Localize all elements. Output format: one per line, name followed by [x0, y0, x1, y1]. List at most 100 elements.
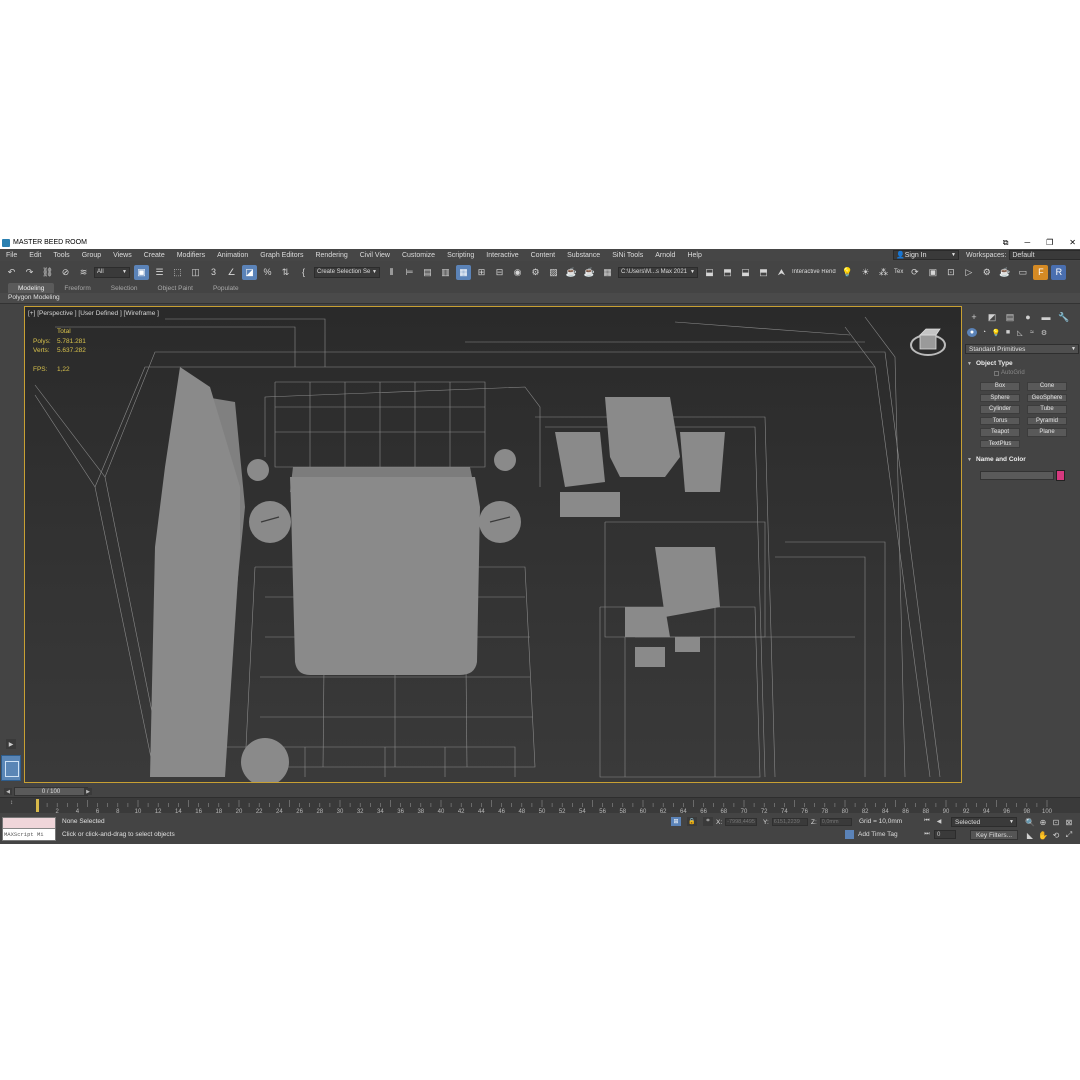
isolate-selection-icon[interactable]: ⊞	[671, 817, 681, 826]
wireframe-scene[interactable]	[25, 307, 962, 783]
selection-lock-icon[interactable]: 🔒	[687, 817, 697, 826]
interactive-render-icon[interactable]: ⮝	[774, 265, 789, 280]
tab-modeling[interactable]: Modeling	[8, 283, 55, 293]
angle-snap-icon[interactable]: ∠	[224, 265, 239, 280]
frame-buffer-icon[interactable]: ▣	[925, 265, 940, 280]
tab-populate[interactable]: Populate	[203, 283, 249, 293]
cameras-icon[interactable]: ■	[1003, 328, 1013, 337]
snap-toggle-icon[interactable]: 3	[206, 265, 221, 280]
track-bar[interactable]: ↕ 2 4 6 8 10 12 14 16 18 20 22 24 26 28 30 32 34 36 38 40 42…	[0, 797, 1080, 814]
time-slider-thumb[interactable]: 0 / 100	[14, 787, 88, 796]
maxscript-listener[interactable]: MAXScript Mi	[2, 817, 56, 841]
current-frame-input[interactable]: 0	[934, 830, 956, 839]
maxscript-output[interactable]	[3, 818, 55, 829]
render-region-icon[interactable]: ⊡	[943, 265, 958, 280]
motion-tab-icon[interactable]: ●	[1021, 312, 1035, 322]
torus-button[interactable]: Torus	[980, 416, 1020, 425]
space-warps-icon[interactable]: ≈	[1027, 328, 1037, 337]
render-iterative-icon[interactable]: ☕	[582, 265, 597, 280]
render-setup-icon[interactable]: ⚙	[528, 265, 543, 280]
interactive-render-label[interactable]: Interactive Rendering	[792, 269, 836, 275]
toolbar-icon-c[interactable]: ⬓	[738, 265, 753, 280]
menu-customize[interactable]: Customize	[396, 252, 441, 259]
key-mode-dropdown[interactable]: Selected ▼	[951, 817, 1017, 827]
spinner-snap-icon[interactable]: ⇅	[278, 265, 293, 280]
orbit-icon[interactable]: ⟲	[1050, 830, 1062, 840]
toolbar-icon-d[interactable]: ⬒	[756, 265, 771, 280]
menu-civil-view[interactable]: Civil View	[354, 252, 396, 259]
select-by-name-icon[interactable]: ☰	[152, 265, 167, 280]
go-to-start-icon[interactable]: ⏮	[922, 817, 932, 826]
render-view-icon[interactable]: ▷	[961, 265, 976, 280]
primitive-category-dropdown[interactable]: Standard Primitives ▼	[965, 344, 1079, 354]
teapot-icon[interactable]: ☕	[997, 265, 1012, 280]
object-type-rollout[interactable]: ▼ Object Type	[967, 360, 1013, 367]
light-bulb-icon[interactable]: 💡	[840, 265, 855, 280]
plane-button[interactable]: Plane	[1027, 428, 1067, 437]
autogrid-option[interactable]: AutoGrid	[994, 370, 1025, 376]
cone-button[interactable]: Cone	[1027, 382, 1067, 391]
select-object-icon[interactable]: ▣	[134, 264, 149, 280]
geometry-icon[interactable]: ●	[967, 328, 977, 337]
schematic-view-icon[interactable]: ⊟	[492, 265, 507, 280]
next-frame-arrow-icon[interactable]: ▶	[84, 788, 92, 795]
material-editor-icon[interactable]: ◉	[510, 265, 525, 280]
polygon-modeling-label[interactable]: Polygon Modeling	[8, 294, 60, 301]
create-tab-icon[interactable]: +	[967, 312, 981, 322]
menu-file[interactable]: File	[0, 252, 23, 259]
geosphere-button[interactable]: GeoSphere	[1027, 393, 1067, 402]
curve-editor-icon[interactable]: ⊞	[474, 265, 489, 280]
redo-icon[interactable]: ↷	[22, 265, 37, 280]
sign-in-dropdown[interactable]: 👤 Sign In ▼	[893, 250, 959, 260]
tex-label[interactable]: Tex	[894, 269, 903, 275]
menu-arnold[interactable]: Arnold	[649, 252, 681, 259]
maximize-button[interactable]: ❐	[1046, 238, 1053, 247]
align-icon[interactable]: ⊨	[402, 265, 417, 280]
percent-icon[interactable]: %	[260, 265, 275, 280]
perspective-viewport[interactable]: [+] [Perspective ] [User Defined ] [Wire…	[24, 306, 962, 783]
textplus-button[interactable]: TextPlus	[980, 439, 1020, 448]
previous-key-icon[interactable]: ◀	[934, 817, 944, 826]
tab-object-paint[interactable]: Object Paint	[148, 283, 203, 293]
zoom-extents-icon[interactable]: ⊡	[1050, 817, 1062, 827]
pan-icon[interactable]: ✋	[1037, 830, 1049, 840]
menu-tools[interactable]: Tools	[47, 252, 75, 259]
zoom-all-icon[interactable]: ⊕	[1037, 817, 1049, 827]
menu-graph-editors[interactable]: Graph Editors	[254, 252, 309, 259]
forest-pack-icon[interactable]: F	[1033, 264, 1049, 280]
workspaces-dropdown[interactable]: Default	[1009, 250, 1080, 260]
tab-selection[interactable]: Selection	[101, 283, 148, 293]
menu-modifiers[interactable]: Modifiers	[171, 252, 211, 259]
menu-create[interactable]: Create	[138, 252, 171, 259]
shapes-icon[interactable]: ◔	[979, 328, 989, 337]
previous-frame-arrow-icon[interactable]: ◀	[4, 788, 12, 795]
unlink-icon[interactable]: ⊘	[58, 265, 73, 280]
absolute-mode-icon[interactable]: ⌗	[703, 817, 713, 826]
object-color-swatch[interactable]	[1056, 470, 1065, 481]
viewport-layout-thumbnail[interactable]	[1, 755, 21, 781]
maxscript-input[interactable]: MAXScript Mi	[3, 829, 55, 840]
ribbon-toggle-icon[interactable]: ▦	[456, 264, 471, 280]
toolbar-icon-b[interactable]: ⬒	[720, 265, 735, 280]
helpers-icon[interactable]: ◺	[1015, 328, 1025, 337]
key-filters-button[interactable]: Key Filters...	[970, 830, 1018, 840]
x-value-input[interactable]: -7998,4495	[725, 818, 758, 826]
maximize-viewport-icon[interactable]: ⤢	[1063, 830, 1075, 840]
z-value-input[interactable]: 0,0mm	[819, 818, 852, 826]
undo-icon[interactable]: ↶	[4, 265, 19, 280]
y-value-input[interactable]: 6151,2239	[771, 818, 808, 826]
tab-freeform[interactable]: Freeform	[54, 283, 100, 293]
pyramid-button[interactable]: Pyramid	[1027, 416, 1067, 425]
menu-substance[interactable]: Substance	[561, 252, 606, 259]
railclone-icon[interactable]: R	[1051, 264, 1067, 280]
menu-help[interactable]: Help	[681, 252, 707, 259]
percent-snap-icon[interactable]: ◪	[242, 264, 257, 280]
mirror-icon[interactable]: ⫴	[384, 265, 399, 280]
field-of-view-icon[interactable]: ◣	[1024, 830, 1036, 840]
menu-scripting[interactable]: Scripting	[441, 252, 480, 259]
project-path-dropdown[interactable]: C:\Users\M...s Max 2021 ▼	[618, 266, 698, 278]
edit-named-selection-icon[interactable]: {	[296, 265, 311, 280]
sphere-button[interactable]: Sphere	[980, 393, 1020, 402]
menu-views[interactable]: Views	[107, 252, 138, 259]
lights-icon[interactable]: 💡	[991, 328, 1001, 337]
